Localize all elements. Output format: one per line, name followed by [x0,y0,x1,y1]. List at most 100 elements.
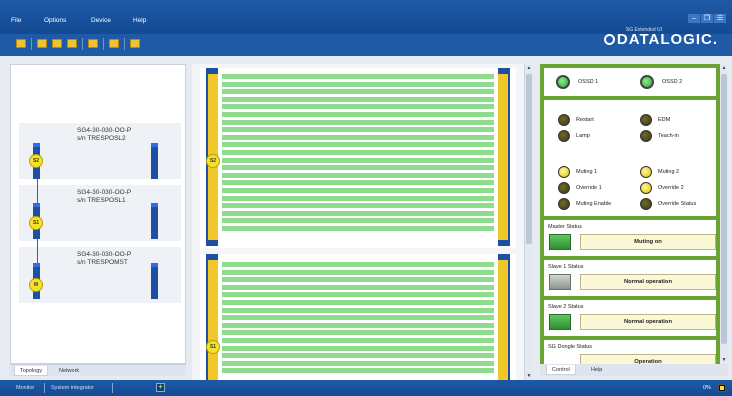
folder-icon[interactable] [109,39,119,48]
scroll-up-icon[interactable]: ▲ [720,64,728,72]
node-s1[interactable]: S1 [29,216,43,230]
status-scrollbar[interactable]: ▲ ▼ [720,64,728,364]
folder-icon[interactable] [37,39,47,48]
lamp-label: Lamp [576,133,590,139]
scroll-thumb[interactable] [526,74,532,244]
light-beam [222,368,494,374]
device-serial: s/n TRESPOSL1 [77,197,126,204]
node-s1[interactable]: S1 [206,340,220,354]
light-beam [222,210,494,216]
toolbar-separator [31,38,32,50]
emitter-cap [206,240,218,246]
monitor-mode[interactable]: Monitor [16,385,34,391]
menu-icon[interactable]: ☰ [714,14,726,23]
light-beam [222,165,494,171]
receiver-rail [498,70,510,244]
edm-label: EDM [658,117,671,123]
node-s2[interactable]: S2 [29,154,43,168]
receiver-bar[interactable] [151,263,158,299]
tab-topology[interactable]: Topology [14,366,49,376]
node-master[interactable]: M [29,278,43,292]
device-serial: s/n TRESPOMST [77,259,128,266]
view-scrollbar[interactable]: ▲ ▼ [524,64,532,380]
status-bar: Monitor System integrator + 0% [0,380,732,396]
light-beam [222,225,494,231]
dongle-status-title: SG Dongle Status [548,344,593,350]
curtain-pane-upper: S2 [200,68,516,248]
light-beam [222,315,494,321]
maximize-button[interactable]: ❐ [701,14,713,23]
light-beam [222,292,494,298]
override-status-label: Override Status [658,201,697,207]
slave2-status-title: Slave 2 Status [548,304,584,310]
window-controls: – ❐ ☰ [688,14,726,23]
override-status-led [640,198,652,210]
light-beam [222,142,494,148]
statusbar-separator [44,383,45,393]
edm-led [640,114,652,126]
tab-help[interactable]: Help [586,365,607,375]
folder-icon[interactable] [52,39,62,48]
light-beam [222,172,494,178]
light-beam [222,218,494,224]
datalogic-logo: DATALOGIC. [603,31,718,48]
lamp-led [558,130,570,142]
master-status-led [549,234,571,250]
muting2-led [640,166,652,178]
toolbar-separator [82,38,83,50]
light-beam [222,269,494,275]
ossd1-led [556,75,570,89]
muting1-label: Muting 1 [576,169,598,175]
toolbar-separator [103,38,104,50]
tab-control[interactable]: Control [546,365,576,375]
status-panel: OSSD 1 OSSD 2 Restart EDM Lamp Teach-in … [540,64,720,364]
menu-file[interactable]: File [11,17,21,24]
dongle-status-box: SG Dongle Status Operation [544,340,716,364]
override2-led [640,182,652,194]
connection-led [718,384,726,392]
folder-icon[interactable] [67,39,77,48]
light-beam [222,104,494,110]
receiver-cap [498,240,510,246]
device-serial: s/n TRESPOSL2 [77,135,126,142]
receiver-bar[interactable] [151,203,158,239]
tab-network[interactable]: Network [54,366,84,376]
override1-led [558,182,570,194]
restart-led [558,114,570,126]
add-icon[interactable]: + [156,383,165,392]
override1-label: Override 1 [576,185,602,191]
slave1-status-value: Normal operation [580,274,716,290]
node-s2[interactable]: S2 [206,154,220,168]
ossd1-label: OSSD 1 [578,79,599,85]
scroll-up-icon[interactable]: ▲ [525,64,533,72]
system-integrator-mode[interactable]: System integrator [51,385,94,391]
scroll-down-icon[interactable]: ▼ [525,372,533,380]
topology-panel: SG4-30-030-OO-P s/n TRESPOSL2 SG4-30-030… [10,64,186,364]
light-beam [222,89,494,95]
teach-in-label: Teach-in [658,133,679,139]
menu-device[interactable]: Device [91,17,111,24]
folder-icon[interactable] [88,39,98,48]
scroll-thumb[interactable] [721,74,727,344]
ossd2-label: OSSD 2 [662,79,683,85]
scroll-down-icon[interactable]: ▼ [720,356,728,364]
menu-options[interactable]: Options [44,17,66,24]
slave2-status-box: Slave 2 Status Normal operation [544,300,716,336]
folder-icon[interactable] [16,39,26,48]
menu-help[interactable]: Help [133,17,146,24]
slave1-status-title: Slave 1 Status [548,264,584,270]
ossd2-led [640,75,654,89]
light-beam [222,81,494,87]
menu-bar: File Options Device Help – ❐ ☰ [0,0,732,34]
minimize-button[interactable]: – [688,14,700,23]
light-beam [222,299,494,305]
receiver-bar[interactable] [151,143,158,179]
light-beam [222,74,494,79]
light-beam [222,284,494,290]
folder-icon[interactable] [130,39,140,48]
master-status-title: Master Status [548,224,582,230]
master-status-box: Master Status Muting on [544,220,716,256]
slave1-status-box: Slave 1 Status Normal operation [544,260,716,296]
emitter-cap [206,68,218,74]
light-beam [222,277,494,283]
